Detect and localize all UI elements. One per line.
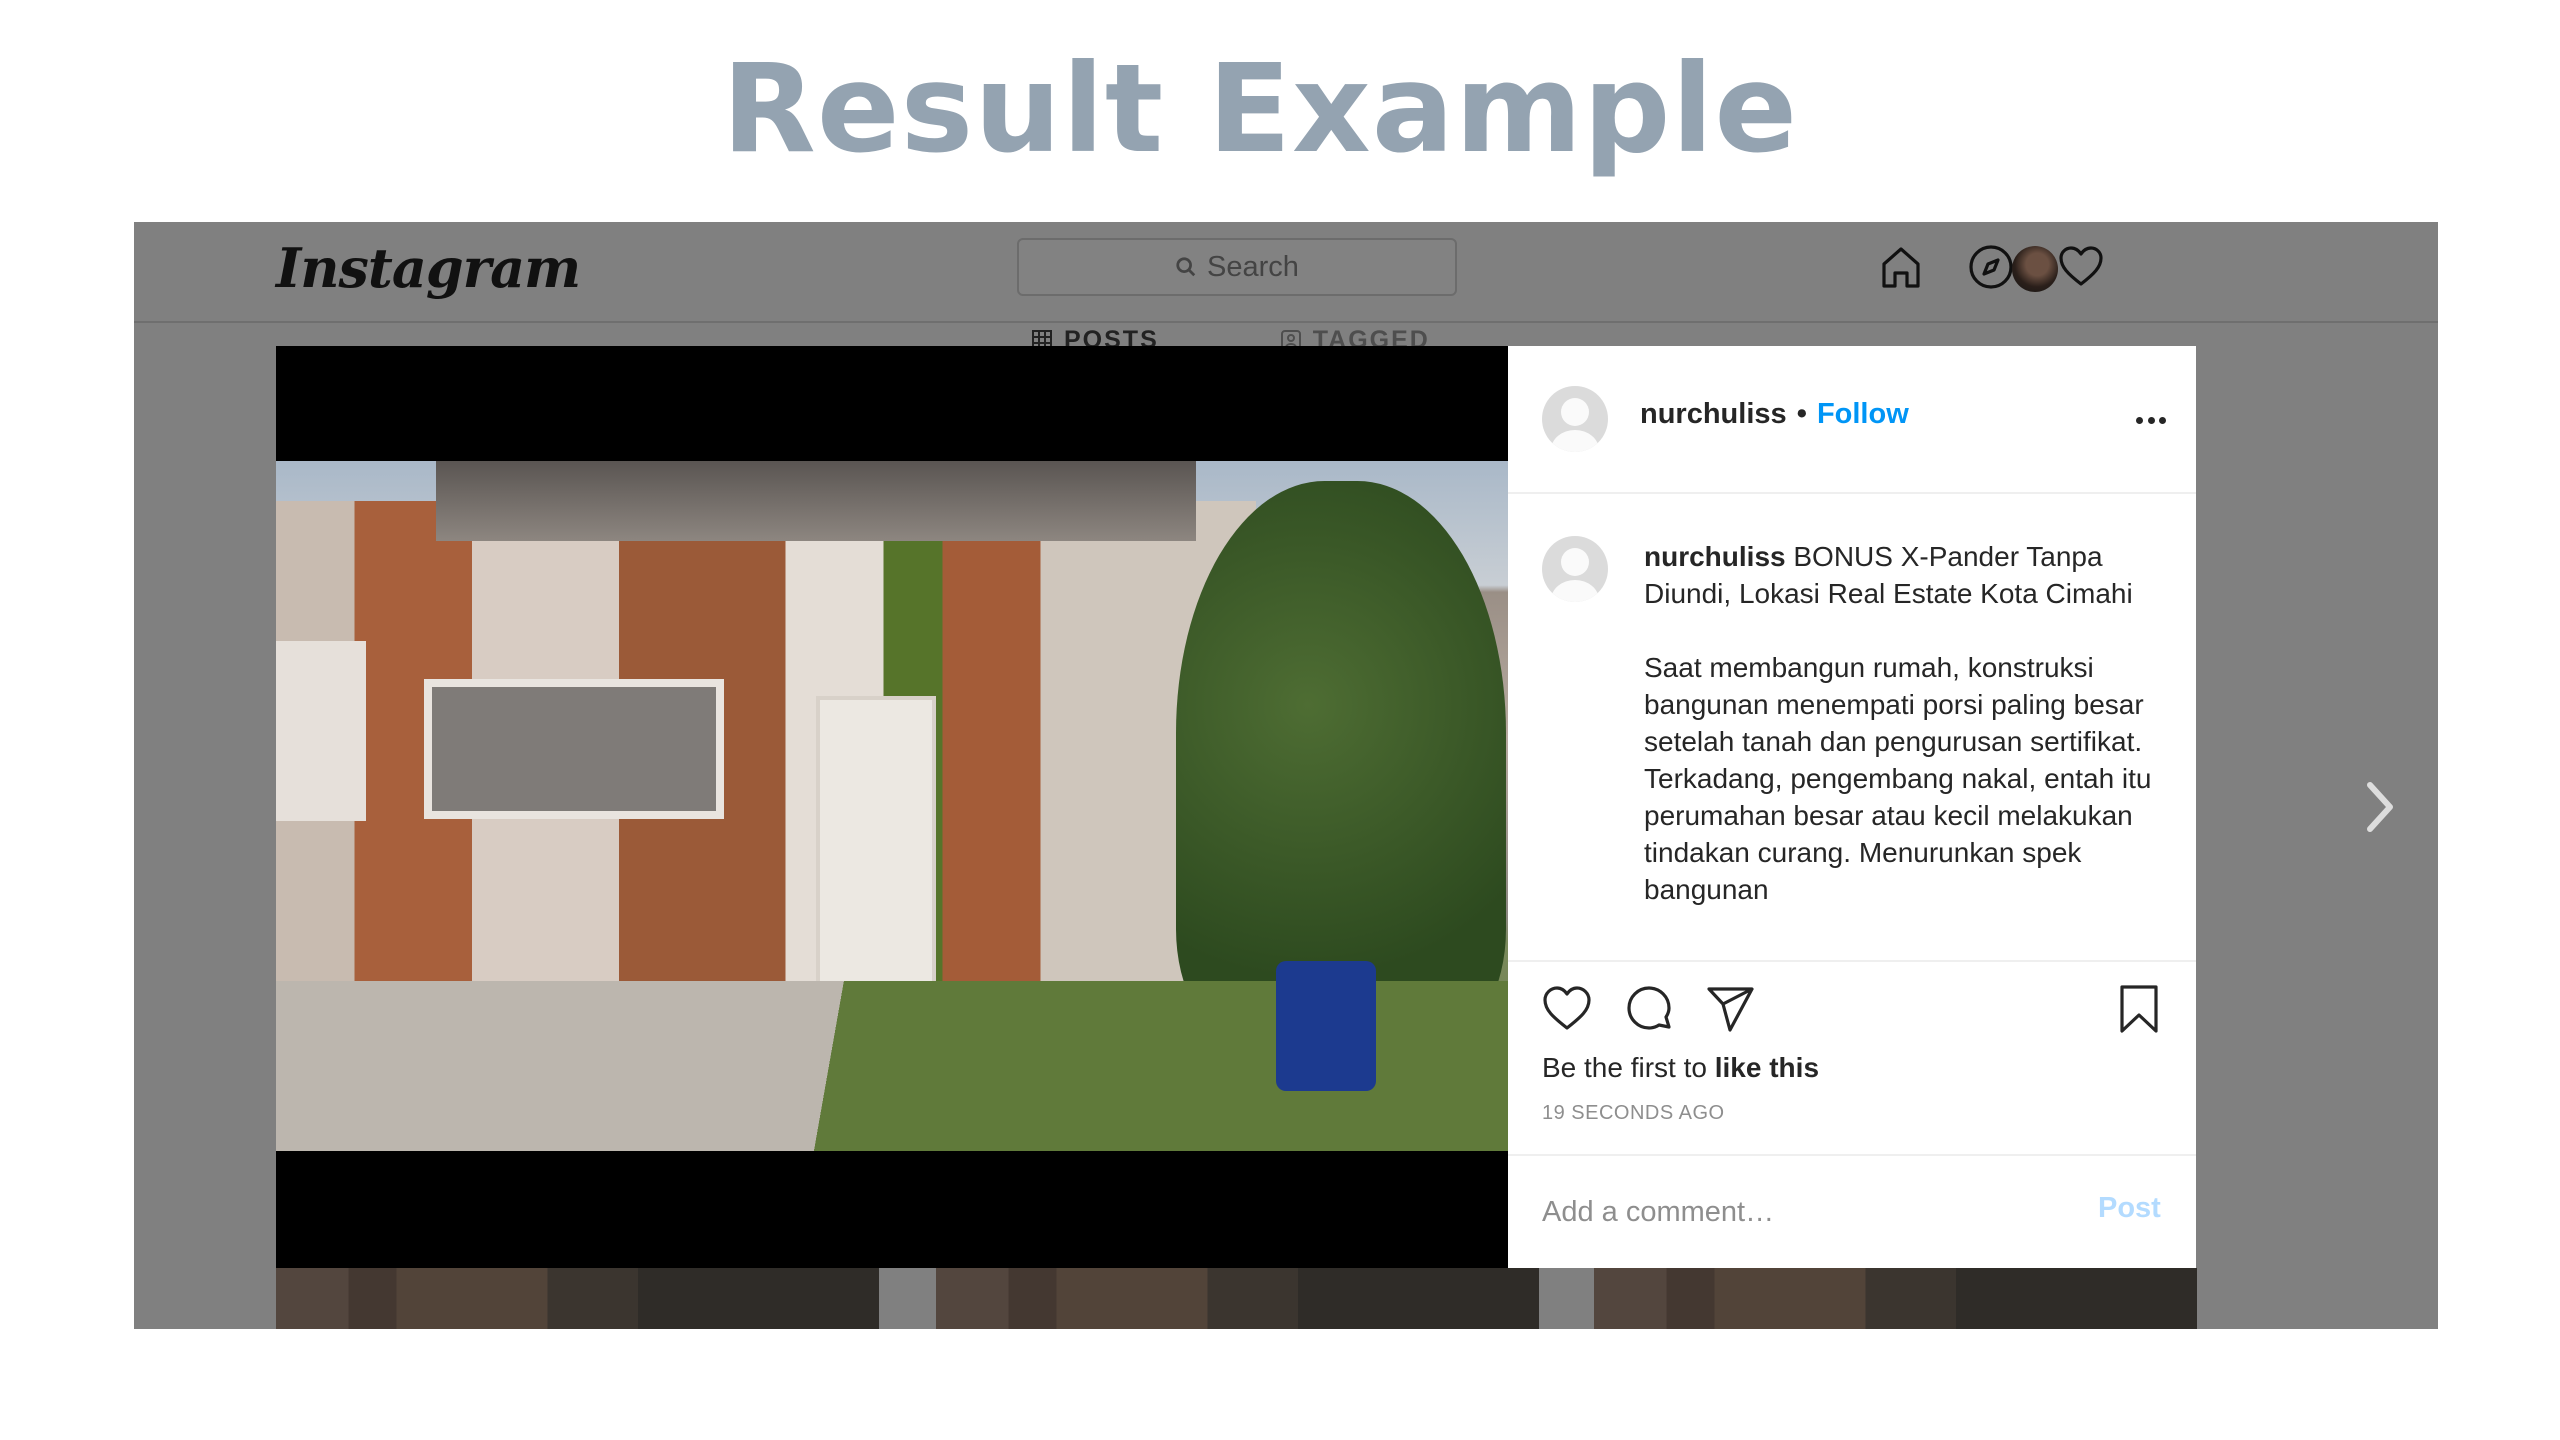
slide-title: Result Example: [721, 38, 1799, 180]
search-placeholder: Search: [1207, 250, 1299, 283]
post-header: nurchuliss • Follow: [1508, 346, 2196, 494]
share-icon[interactable]: [1704, 982, 1758, 1036]
comment-icon[interactable]: [1622, 982, 1676, 1036]
search-icon: [1176, 257, 1196, 277]
separator-dot: •: [1796, 398, 1807, 430]
chevron-right-icon[interactable]: [2360, 777, 2400, 837]
comment-input[interactable]: [1542, 1190, 2042, 1234]
blue-barrel: [1276, 961, 1376, 1091]
house-window: [276, 641, 366, 821]
author-avatar[interactable]: [1542, 386, 1608, 452]
house-facade: [276, 501, 1256, 981]
likes-link[interactable]: like this: [1715, 1052, 1819, 1083]
author-username[interactable]: nurchuliss: [1640, 398, 1787, 430]
caption-username[interactable]: nurchuliss: [1644, 541, 1786, 572]
explore-icon[interactable]: [1966, 242, 2016, 292]
post-actions: Be the first to like this 19 SECONDS AGO: [1508, 960, 2196, 1156]
grid-thumbnail[interactable]: [276, 1268, 879, 1329]
likes-summary: Be the first to like this: [1542, 1052, 1819, 1084]
instagram-screen: Instagram Search POSTS TAGGED nurchuliss…: [134, 222, 2438, 1329]
instagram-logo[interactable]: Instagram: [276, 236, 581, 300]
top-navbar: Instagram Search: [134, 222, 2438, 323]
post-comment-button[interactable]: Post: [2098, 1192, 2161, 1225]
follow-button[interactable]: Follow: [1817, 398, 1909, 430]
tree: [1176, 481, 1506, 1041]
post-media: [276, 346, 1508, 1268]
post-author: nurchuliss • Follow: [1640, 398, 1909, 431]
caption-avatar[interactable]: [1542, 536, 1608, 602]
grid-thumbnail[interactable]: [936, 1268, 1539, 1329]
like-icon[interactable]: [1540, 982, 1594, 1036]
bookmark-icon[interactable]: [2112, 982, 2166, 1036]
grid-thumbnail[interactable]: [1594, 1268, 2197, 1329]
likes-prefix: Be the first to: [1542, 1052, 1715, 1083]
post-caption: nurchuliss BONUS X-Pander Tanpa Diundi, …: [1644, 538, 2164, 908]
profile-grid-thumbnails: [276, 1268, 2197, 1329]
post-photo[interactable]: [276, 461, 1508, 1151]
house-window: [424, 679, 724, 819]
post-timestamp[interactable]: 19 SECONDS AGO: [1542, 1102, 1725, 1125]
caption-body: BONUS X-Pander Tanpa Diundi, Lokasi Real…: [1644, 541, 2152, 905]
profile-avatar[interactable]: [2012, 246, 2058, 292]
comment-form: Post: [1508, 1156, 2196, 1268]
post-side-panel: nurchuliss • Follow nurchuliss BONUS X-P…: [1508, 346, 2196, 1268]
search-input[interactable]: Search: [1017, 238, 1457, 296]
heart-icon[interactable]: [2056, 242, 2106, 292]
house-door: [816, 696, 936, 996]
caption-section: nurchuliss BONUS X-Pander Tanpa Diundi, …: [1508, 496, 2196, 960]
home-icon[interactable]: [1876, 242, 1926, 292]
house-roof: [436, 461, 1196, 541]
more-options-icon[interactable]: [2136, 417, 2166, 425]
